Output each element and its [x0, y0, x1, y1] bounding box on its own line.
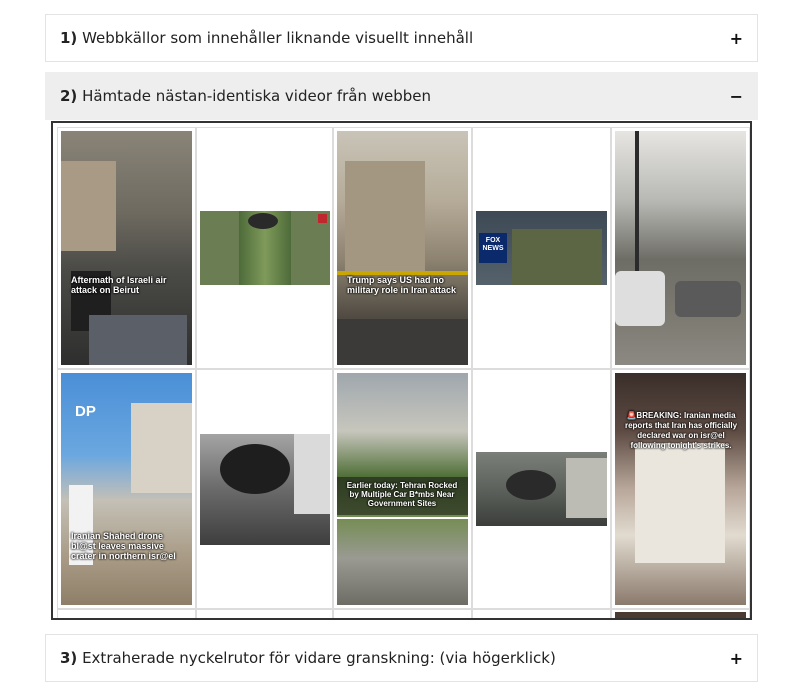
channel-logo-icon: [317, 214, 327, 223]
burning-building-shape: [635, 443, 725, 563]
thumbnail-caption: Earlier today: Tehran Rocked by Multiple…: [346, 481, 458, 508]
accordion-title: 2) Hämtade nästan-identiska videor från …: [60, 87, 432, 105]
fox-news-logo-icon: FOX NEWS: [479, 233, 507, 263]
video-cell[interactable]: [611, 127, 750, 369]
video-cell[interactable]: DP Iranian Shahed drone bl@st leaves mas…: [57, 369, 196, 609]
expand-icon[interactable]: +: [730, 649, 743, 668]
video-thumbnail[interactable]: [615, 131, 746, 365]
video-cell[interactable]: Aftermath of Israeli air attack on Beiru…: [57, 127, 196, 369]
video-cell[interactable]: Earlier today: Tehran Rocked by Multiple…: [333, 369, 472, 609]
video-cell[interactable]: [472, 369, 611, 609]
accordion-title: 1) Webbkällor som innehåller liknande vi…: [60, 29, 474, 47]
accordion-header-similar-sources[interactable]: 1) Webbkällor som innehåller liknande vi…: [45, 14, 758, 62]
video-cell[interactable]: [196, 369, 333, 609]
video-cell[interactable]: 🚨BREAKING: Iranian media reports that Ir…: [611, 369, 750, 609]
video-cell[interactable]: [472, 609, 611, 618]
video-thumbnail[interactable]: 🚨BREAKING: Iranian media reports that Ir…: [615, 373, 746, 605]
video-cell[interactable]: [611, 609, 750, 618]
video-cell[interactable]: [196, 127, 333, 369]
video-thumbnail[interactable]: [199, 211, 330, 285]
frame-divider: [337, 517, 468, 519]
video-cell[interactable]: [196, 609, 333, 618]
thumbnail-caption: Trump says US had no military role in Ir…: [347, 275, 457, 295]
damaged-building-shape: [345, 161, 425, 271]
video-thumbnail[interactable]: Earlier today: Tehran Rocked by Multiple…: [337, 373, 468, 605]
video-cell[interactable]: FOX NEWS: [472, 127, 611, 369]
video-thumbnail[interactable]: Aftermath of Israeli air attack on Beiru…: [61, 131, 192, 365]
video-thumbnail[interactable]: FOX NEWS: [476, 211, 607, 285]
smoke-shape: [219, 443, 290, 494]
video-thumbnail[interactable]: [476, 452, 607, 526]
video-thumbnail[interactable]: [199, 433, 330, 545]
video-cell[interactable]: [57, 609, 196, 618]
collapse-icon[interactable]: −: [730, 87, 743, 106]
thumbnail-caption: Aftermath of Israeli air attack on Beiru…: [71, 275, 167, 295]
building-shape: [61, 161, 116, 251]
smoke-shape: [247, 213, 278, 229]
video-cell[interactable]: Trump says US had no military role in Ir…: [333, 127, 472, 369]
crowd-shape: [337, 319, 468, 365]
video-cell[interactable]: [333, 609, 472, 618]
wall-shape: [293, 433, 330, 514]
video-thumbnail[interactable]: DP Iranian Shahed drone bl@st leaves mas…: [61, 373, 192, 605]
accordion-title: 3) Extraherade nyckelrutor för vidare gr…: [60, 649, 556, 667]
accordion-header-near-identical-videos[interactable]: 2) Hämtade nästan-identiska videor från …: [45, 72, 758, 120]
thumbnail-caption: 🚨BREAKING: Iranian media reports that Ir…: [624, 411, 738, 450]
video-thumbnail[interactable]: [615, 612, 746, 618]
accordion-header-extracted-keyframes[interactable]: 3) Extraherade nyckelrutor för vidare gr…: [45, 634, 758, 682]
car-shape: [89, 315, 187, 365]
damaged-car-shape: [675, 281, 741, 317]
video-thumbnail-gallery[interactable]: Aftermath of Israeli air attack on Beiru…: [51, 121, 752, 620]
smoke-shape: [506, 470, 556, 500]
building-shape: [131, 403, 192, 493]
wall-shape: [566, 458, 607, 518]
video-thumbnail[interactable]: Trump says US had no military role in Ir…: [337, 131, 468, 365]
tree-shape: [635, 131, 639, 271]
expand-icon[interactable]: +: [730, 29, 743, 48]
white-car-shape: [615, 271, 665, 326]
soldiers-shape: [512, 229, 602, 285]
dp-logo-icon: DP: [75, 403, 96, 420]
thumbnail-caption: Iranian Shahed drone bl@st leaves massiv…: [71, 531, 176, 561]
